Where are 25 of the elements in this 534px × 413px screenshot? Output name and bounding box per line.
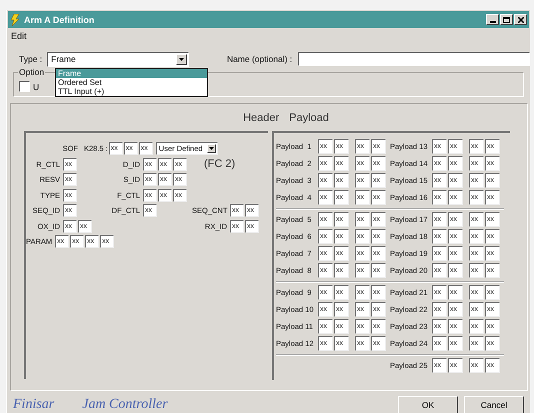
dialog-button[interactable]: Cancel: [464, 396, 524, 413]
type-label: Type :: [19, 54, 42, 64]
checkbox[interactable]: [19, 81, 30, 92]
dropdown-arrow-icon[interactable]: [206, 144, 216, 154]
section-title: Header: [243, 112, 280, 126]
type-dropdown[interactable]: Frame: [47, 52, 189, 66]
dropdown-option[interactable]: TTL Input (+): [56, 87, 207, 96]
name-label: Name (optional) :: [226, 54, 292, 64]
protocol-note: (FC 2): [204, 158, 236, 170]
brand-text: Finisar: [13, 397, 54, 413]
group-title: Option: [18, 67, 46, 77]
product-name: Jam Controller: [82, 397, 169, 413]
dropdown-option[interactable]: Ordered Set: [56, 78, 207, 87]
dialog-button[interactable]: OK: [398, 396, 458, 413]
minimize-button[interactable]: [486, 14, 499, 25]
section-title: Payload: [289, 112, 329, 126]
name-field[interactable]: [298, 52, 530, 66]
maximize-button[interactable]: [500, 14, 513, 25]
window-title: Arm A Definition: [24, 14, 96, 24]
maximize-icon: [503, 16, 510, 22]
menu-item[interactable]: Edit: [11, 31, 27, 43]
close-button[interactable]: [514, 14, 527, 25]
lightning-icon: [10, 14, 20, 26]
checkbox-label: U: [33, 82, 40, 92]
close-icon: [518, 16, 524, 22]
